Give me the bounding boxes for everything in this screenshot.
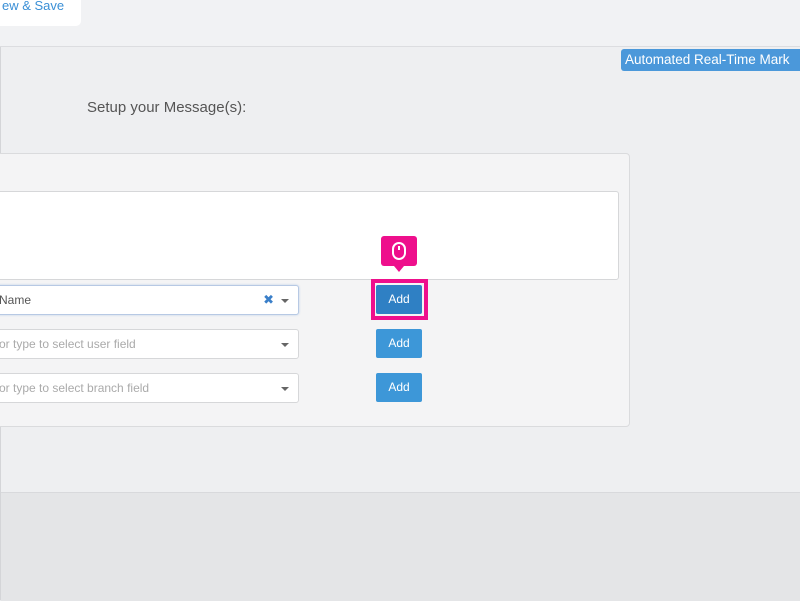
message-textarea[interactable]	[0, 191, 619, 280]
click-highlight-frame	[371, 279, 428, 320]
chevron-down-icon[interactable]	[281, 299, 289, 303]
user-field-select[interactable]: or type to select user field	[0, 329, 299, 359]
footer-area	[1, 492, 800, 601]
user-field-placeholder: or type to select user field	[0, 337, 136, 351]
name-field-select[interactable]: Name ✖	[0, 285, 299, 315]
name-field-value: Name	[0, 293, 32, 307]
chevron-down-icon[interactable]	[281, 387, 289, 391]
chevron-down-icon[interactable]	[281, 343, 289, 347]
branch-field-placeholder: or type to select branch field	[0, 381, 150, 395]
setup-messages-heading: Setup your Message(s):	[87, 99, 247, 116]
preview-save-tab[interactable]: ew & Save	[0, 0, 81, 26]
click-hint-tooltip	[381, 236, 417, 272]
badge-label: Automated Real-Time Mark	[625, 52, 790, 67]
add-user-field-button[interactable]: Add	[376, 329, 422, 358]
preview-save-label: ew & Save	[2, 0, 65, 13]
mouse-icon	[392, 242, 406, 260]
close-icon[interactable]: ✖	[263, 286, 274, 314]
automated-realtime-badge[interactable]: Automated Real-Time Mark	[621, 49, 800, 71]
branch-field-select[interactable]: or type to select branch field	[0, 373, 299, 403]
top-bar: ew & Save	[0, 0, 800, 47]
add-branch-field-button[interactable]: Add	[376, 373, 422, 402]
